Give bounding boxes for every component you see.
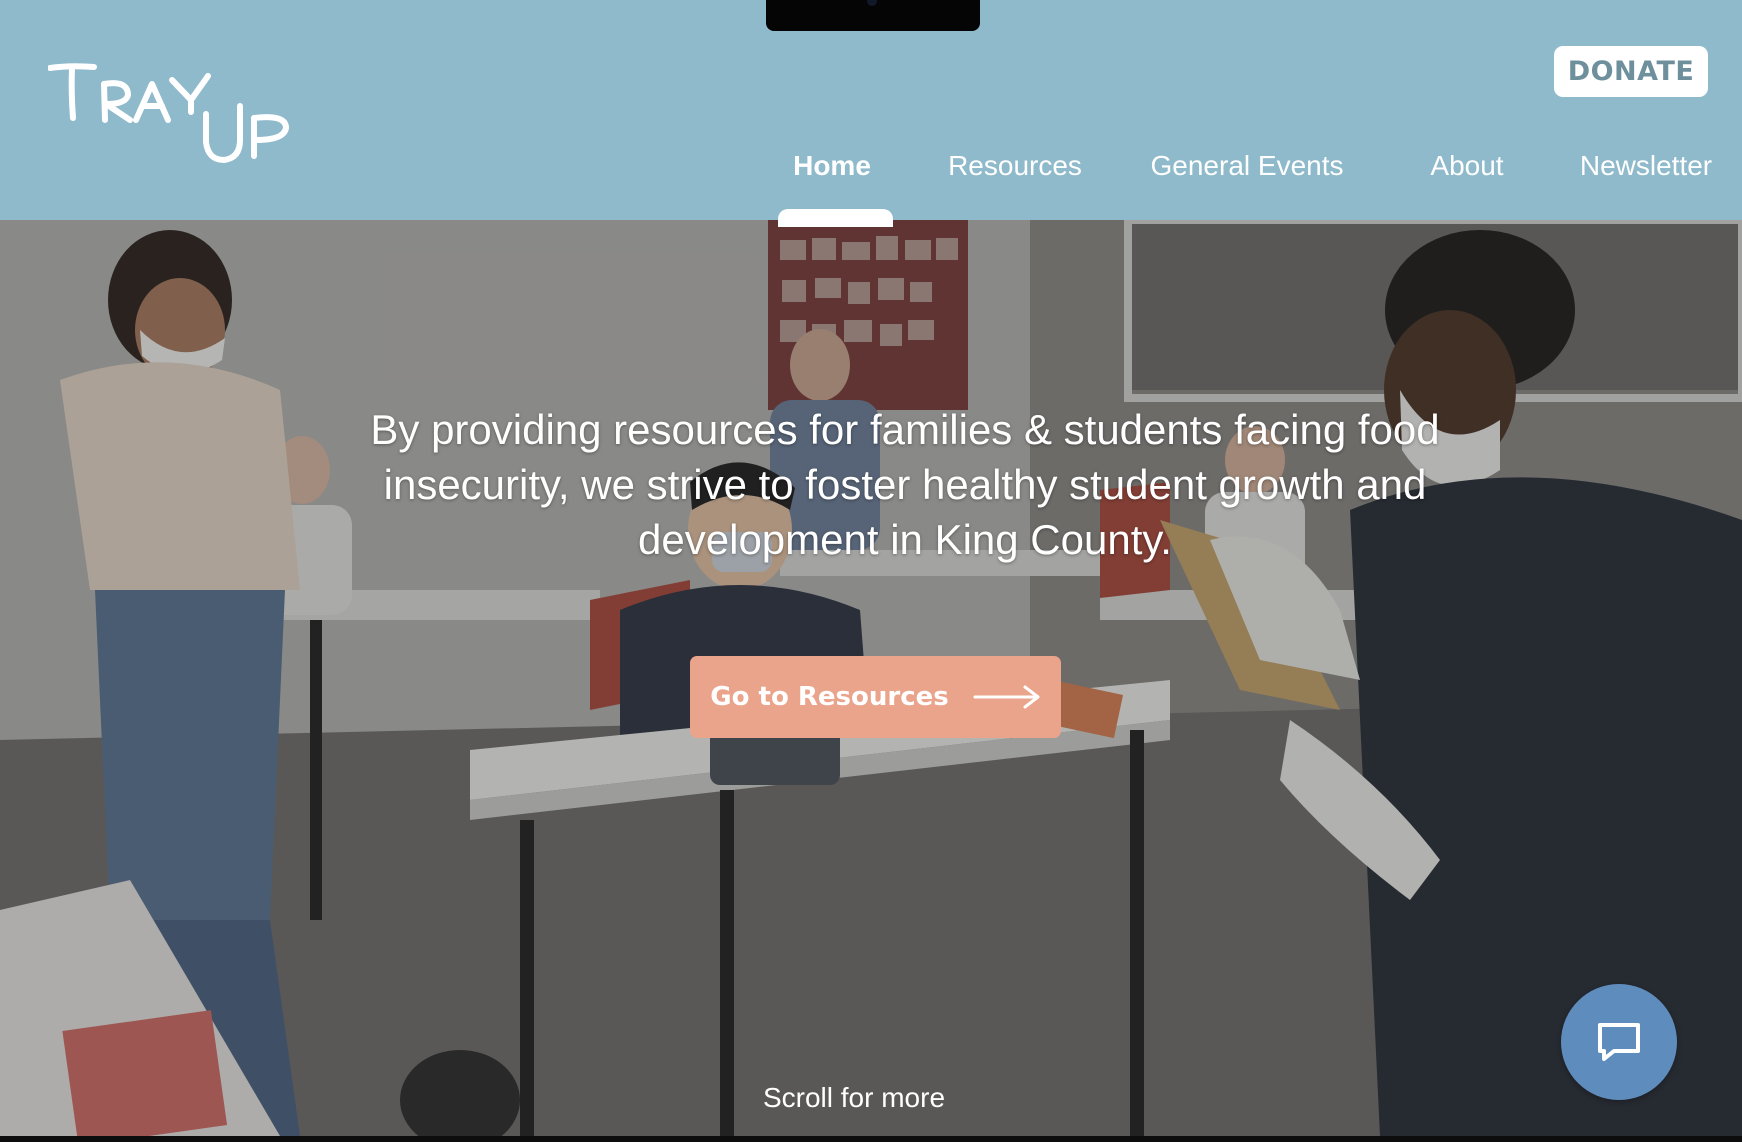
- nav-item-resources[interactable]: Resources: [948, 146, 1082, 186]
- nav-item-general-events[interactable]: General Events: [1151, 146, 1344, 186]
- chat-bubble-icon: [1598, 1023, 1640, 1061]
- nav-item-about[interactable]: About: [1430, 146, 1503, 186]
- main-nav: Home Resources General Events About News…: [0, 0, 1742, 227]
- arrow-right-icon: [973, 685, 1041, 709]
- nav-item-newsletter[interactable]: Newsletter: [1580, 146, 1712, 186]
- scroll-for-more[interactable]: Scroll for more: [0, 1082, 1708, 1114]
- active-tab-indicator: [778, 209, 893, 227]
- go-to-resources-button[interactable]: Go to Resources: [690, 656, 1061, 738]
- screen-bottom-edge: [0, 1136, 1742, 1142]
- cta-label: Go to Resources: [710, 682, 949, 712]
- chat-button[interactable]: [1561, 984, 1677, 1100]
- hero-section: By providing resources for families & st…: [0, 220, 1742, 1136]
- nav-item-home[interactable]: Home: [793, 146, 871, 186]
- site-header: DONATE Home Resources General Events Abo…: [0, 0, 1742, 227]
- hero-headline: By providing resources for families & st…: [370, 406, 1440, 563]
